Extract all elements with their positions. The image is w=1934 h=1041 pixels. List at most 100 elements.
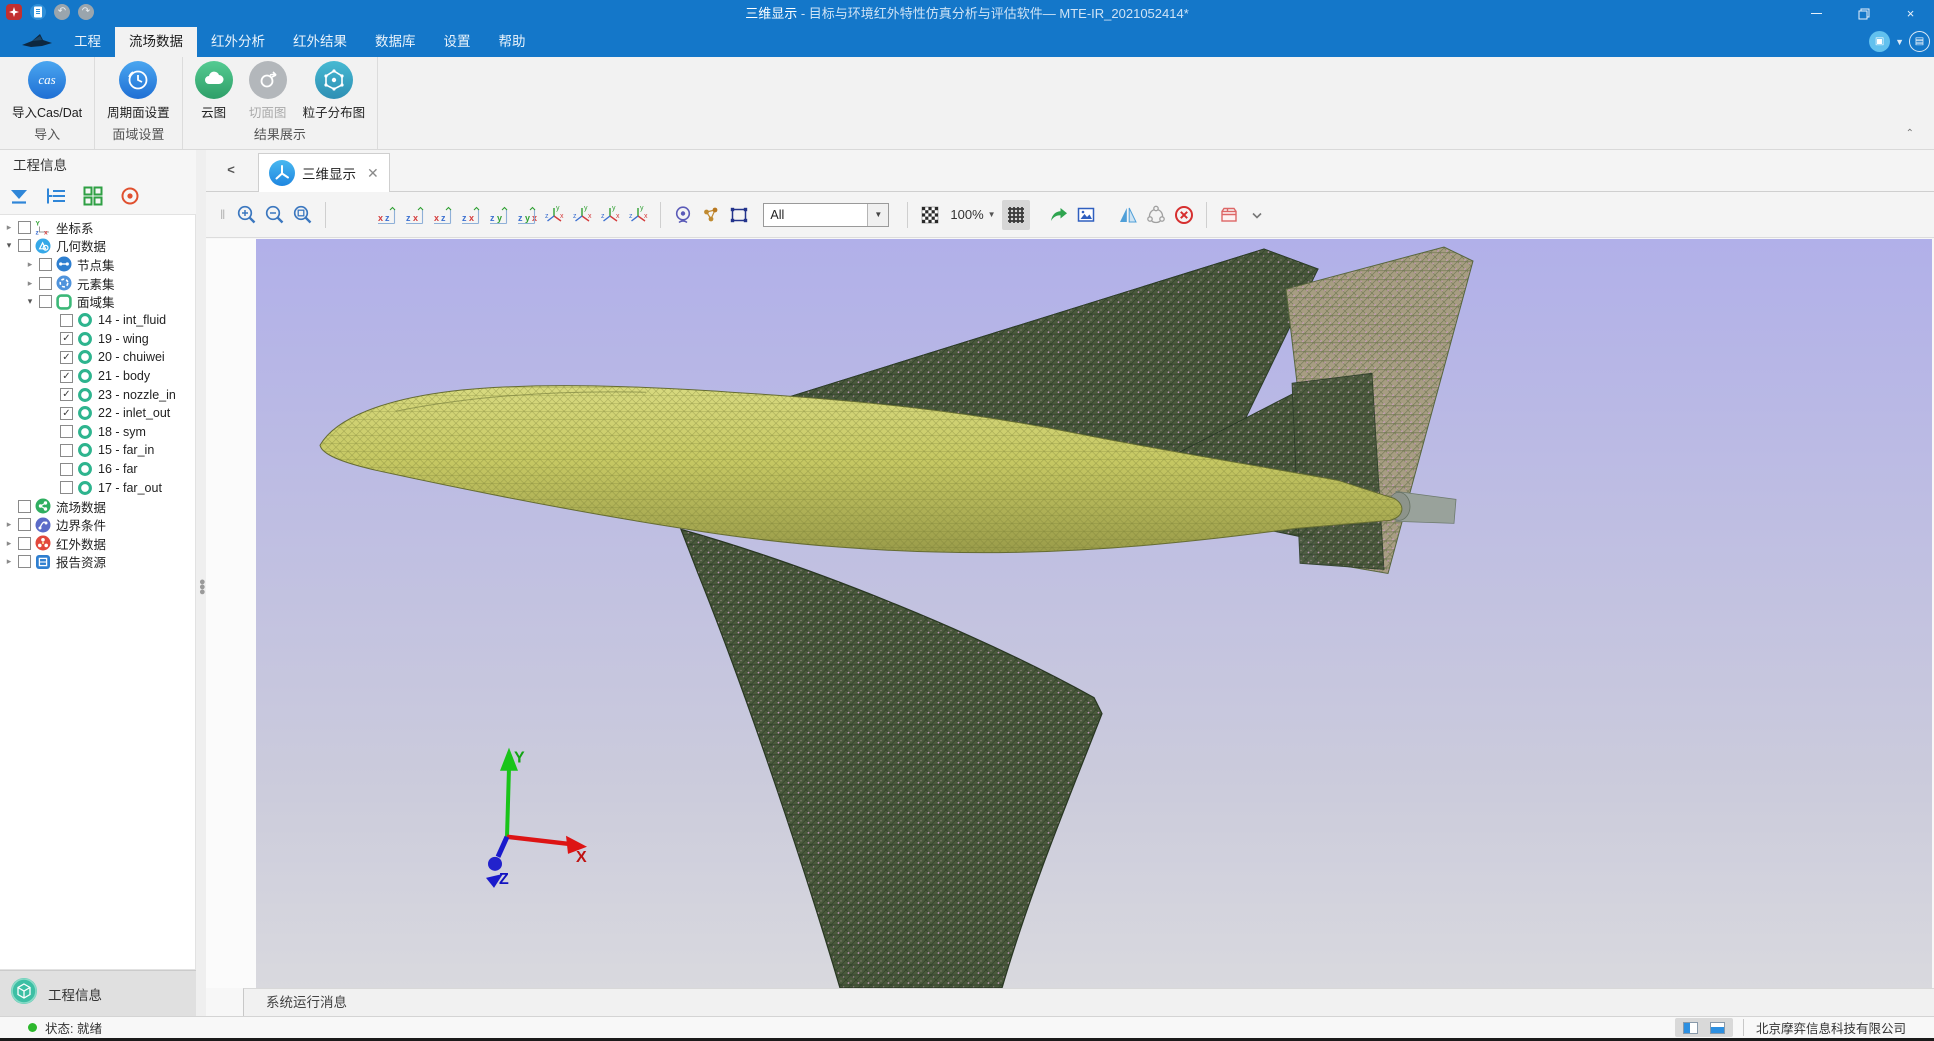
zoom-fit-button[interactable] — [289, 200, 317, 230]
zoom-level-control[interactable]: 100%▼ — [950, 207, 995, 222]
menu-item-5[interactable]: 数据库 — [361, 27, 430, 57]
menu-item-6[interactable]: 设置 — [430, 27, 485, 57]
expander-collapsed-icon[interactable]: ▸ — [24, 259, 36, 270]
tree-checkbox[interactable] — [18, 239, 31, 252]
expander-expanded-icon[interactable]: ▾ — [24, 296, 36, 307]
iso-view-1-button[interactable]: yxz — [540, 200, 568, 230]
tree-row-1[interactable]: ▸Yzx坐标系 — [0, 218, 195, 237]
tree-checkbox[interactable] — [60, 425, 73, 438]
tree-row-15[interactable]: 17 - far_out — [0, 478, 195, 497]
section-box-button[interactable] — [1215, 200, 1243, 230]
tree-checkbox[interactable] — [18, 537, 31, 550]
tree-checkbox[interactable] — [60, 444, 73, 457]
tree-row-3[interactable]: ▸节点集 — [0, 255, 195, 274]
tree-checkbox[interactable] — [18, 500, 31, 513]
tree-row-16[interactable]: 流场数据 — [0, 497, 195, 516]
section-box-dropdown[interactable] — [1243, 200, 1271, 230]
view-back-button[interactable]: zx — [400, 200, 428, 230]
tab-close-icon[interactable]: ✕ — [367, 165, 379, 182]
quick-view-icon[interactable]: ▣ — [1869, 31, 1890, 52]
expander-collapsed-icon[interactable]: ▸ — [3, 556, 15, 567]
tree-checkbox[interactable]: ✓ — [60, 370, 73, 383]
menu-item-2[interactable]: 流场数据 — [115, 27, 197, 57]
menu-item-4[interactable]: 红外结果 — [279, 27, 361, 57]
viewport-3d[interactable]: Y X Z — [256, 239, 1932, 988]
transparency-button[interactable] — [916, 200, 944, 230]
view-bottom-button[interactable]: zyx — [512, 200, 540, 230]
grid-button[interactable] — [1002, 200, 1030, 230]
ribbon-collapse-button[interactable]: ⌃ — [1906, 128, 1914, 139]
view-top-button[interactable]: zy — [484, 200, 512, 230]
tree-row-14[interactable]: 16 - far — [0, 460, 195, 479]
tree-row-13[interactable]: 15 - far_in — [0, 441, 195, 460]
list-icon[interactable] — [44, 184, 68, 208]
slice-button[interactable]: 切面图 — [241, 61, 295, 121]
periodic-face-button[interactable]: 周期面设置 — [99, 61, 178, 121]
tab-scroll-left-icon[interactable]: < — [222, 159, 240, 181]
tree-row-6[interactable]: 14 - int_fluid — [0, 311, 195, 330]
share-state-button[interactable] — [1142, 200, 1170, 230]
import-cas-dat-button[interactable]: cas导入Cas/Dat — [4, 61, 90, 121]
tree-checkbox[interactable]: ✓ — [60, 407, 73, 420]
restore-button[interactable] — [1840, 0, 1887, 27]
view-right-button[interactable]: zx — [456, 200, 484, 230]
layout-left-panel-icon[interactable] — [1683, 1022, 1698, 1034]
quick-save-icon[interactable]: ▤ — [1909, 31, 1930, 52]
grid-icon[interactable] — [81, 184, 105, 208]
contour-button[interactable]: 云图 — [187, 61, 241, 121]
tree-checkbox[interactable]: ✓ — [60, 351, 73, 364]
tree-row-18[interactable]: ▸红外数据 — [0, 534, 195, 553]
view-left-button[interactable]: xz — [428, 200, 456, 230]
box-select-button[interactable] — [725, 200, 753, 230]
particle-trace-button[interactable] — [697, 200, 725, 230]
iso-view-4-button[interactable]: yxz — [624, 200, 652, 230]
tree-row-5[interactable]: ▾面域集 — [0, 292, 195, 311]
view-front-button[interactable]: xz — [372, 200, 400, 230]
display-filter-combo[interactable]: All▼ — [763, 203, 889, 227]
tree-checkbox[interactable] — [39, 295, 52, 308]
menu-item-1[interactable]: 工程 — [60, 27, 115, 57]
tree-checkbox[interactable] — [60, 463, 73, 476]
tree-row-19[interactable]: ▸报告资源 — [0, 553, 195, 572]
iso-view-3-button[interactable]: yxz — [596, 200, 624, 230]
tree-checkbox[interactable] — [60, 314, 73, 327]
snapshot-button[interactable] — [1072, 200, 1100, 230]
tree-checkbox[interactable] — [18, 221, 31, 234]
locate-icon[interactable] — [118, 184, 142, 208]
tree-checkbox[interactable] — [18, 555, 31, 568]
expander-collapsed-icon[interactable]: ▸ — [24, 278, 36, 289]
dropdown-caret-icon[interactable]: ▼ — [1895, 37, 1904, 47]
tree-row-17[interactable]: ▸边界条件 — [0, 516, 195, 535]
tree-row-7[interactable]: ✓19 - wing — [0, 330, 195, 349]
zoom-in-button[interactable] — [233, 200, 261, 230]
camera-button[interactable] — [669, 200, 697, 230]
tree-checkbox[interactable] — [39, 258, 52, 271]
zoom-out-button[interactable] — [261, 200, 289, 230]
tree-checkbox[interactable] — [39, 277, 52, 290]
menu-item-7[interactable]: 帮助 — [485, 27, 540, 57]
tree-checkbox[interactable]: ✓ — [60, 332, 73, 345]
filter-icon[interactable] — [7, 184, 31, 208]
expander-collapsed-icon[interactable]: ▸ — [3, 538, 15, 549]
expander-collapsed-icon[interactable]: ▸ — [3, 519, 15, 530]
tree-row-12[interactable]: 18 - sym — [0, 423, 195, 442]
expander-collapsed-icon[interactable]: ▸ — [3, 222, 15, 233]
clear-scene-button[interactable] — [1170, 200, 1198, 230]
mirror-button[interactable] — [1114, 200, 1142, 230]
export-button[interactable] — [1044, 200, 1072, 230]
close-button[interactable]: × — [1887, 0, 1934, 27]
iso-view-2-button[interactable]: yxz — [568, 200, 596, 230]
tree-checkbox[interactable] — [18, 518, 31, 531]
tree-row-9[interactable]: ✓21 - body — [0, 367, 195, 386]
combo-dropdown-icon[interactable]: ▼ — [867, 204, 888, 226]
panel-footer-tab[interactable]: 工程信息 — [0, 970, 196, 1016]
layout-bottom-panel-icon[interactable] — [1710, 1022, 1725, 1034]
tree-checkbox[interactable]: ✓ — [60, 388, 73, 401]
toolbar-drag-handle[interactable]: ‖ — [220, 207, 225, 222]
tree-row-11[interactable]: ✓22 - inlet_out — [0, 404, 195, 423]
particle-dist-button[interactable]: 粒子分布图 — [295, 61, 374, 121]
tree-row-10[interactable]: ✓23 - nozzle_in — [0, 385, 195, 404]
panel-splitter[interactable]: ●●● — [196, 150, 206, 1016]
tree-checkbox[interactable] — [60, 481, 73, 494]
expander-expanded-icon[interactable]: ▾ — [3, 240, 15, 251]
